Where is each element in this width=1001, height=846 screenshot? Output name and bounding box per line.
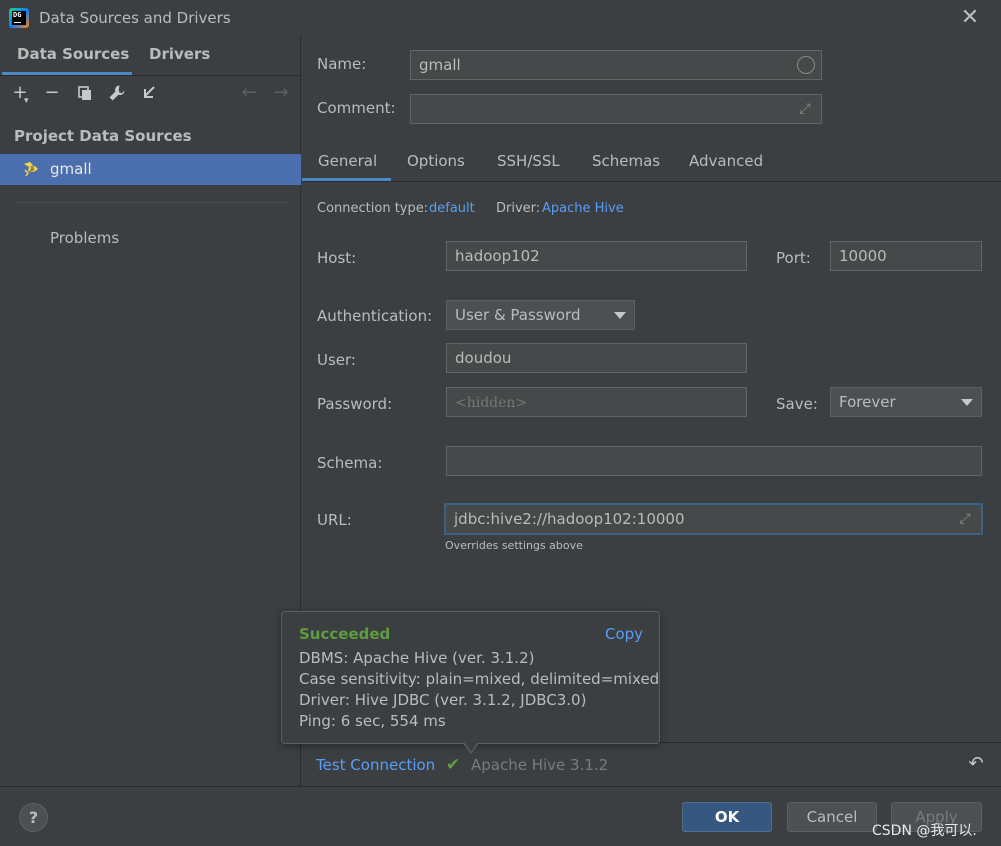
chevron-down-icon: [961, 399, 973, 406]
popup-line-ping: Ping: 6 sec, 554 ms: [299, 712, 446, 730]
tab-data-sources[interactable]: Data Sources: [17, 45, 129, 63]
authentication-label: Authentication:: [317, 307, 433, 325]
arrow-right-icon[interactable]: →: [271, 82, 291, 104]
datagrip-logo-icon: DG: [9, 8, 29, 28]
dialog-footer: ? OK Cancel Apply CSDN @我可以.: [0, 786, 1001, 846]
revert-icon[interactable]: ↶: [966, 754, 986, 774]
add-icon[interactable]: + ▾: [10, 82, 30, 106]
connection-type-label: Connection type:: [317, 201, 429, 216]
tab-advanced[interactable]: Advanced: [689, 152, 763, 170]
password-field[interactable]: <hidden>: [446, 387, 747, 417]
port-label: Port:: [776, 249, 811, 267]
schema-field[interactable]: [446, 446, 982, 476]
left-divider: [14, 202, 287, 203]
user-label: User:: [317, 351, 356, 369]
port-field[interactable]: 10000: [830, 241, 982, 271]
authentication-value: User & Password: [455, 306, 581, 324]
host-field[interactable]: hadoop102: [446, 241, 747, 271]
duplicate-icon[interactable]: [75, 82, 95, 104]
url-hint: Overrides settings above: [445, 539, 583, 552]
driver-label: Driver:: [496, 201, 541, 216]
popup-pointer: [463, 742, 479, 754]
problems-item[interactable]: Problems: [50, 229, 119, 247]
save-value: Forever: [839, 393, 896, 411]
url-field[interactable]: jdbc:hive2://hadoop102:10000 ⤢: [444, 503, 983, 535]
connection-type-link[interactable]: default: [429, 201, 475, 216]
arrow-left-icon[interactable]: ←: [239, 82, 259, 104]
color-circle-icon[interactable]: [797, 56, 815, 74]
tree-item-label: gmall: [50, 160, 92, 178]
save-select[interactable]: Forever: [830, 387, 982, 417]
host-value: hadoop102: [455, 247, 540, 265]
tab-schemas[interactable]: Schemas: [592, 152, 660, 170]
popup-line-case: Case sensitivity: plain=mixed, delimited…: [299, 670, 660, 688]
name-field[interactable]: gmall: [410, 50, 822, 80]
tab-options[interactable]: Options: [407, 152, 465, 170]
user-value: doudou: [455, 349, 512, 367]
cancel-button[interactable]: Cancel: [787, 802, 877, 832]
save-label: Save:: [776, 395, 818, 413]
name-label: Name:: [317, 55, 367, 73]
project-data-sources-header: Project Data Sources: [14, 127, 192, 145]
driver-version-text: Apache Hive 3.1.2: [471, 756, 609, 774]
title-bar: DG Data Sources and Drivers ✕: [0, 0, 1001, 36]
host-label: Host:: [317, 249, 357, 267]
tab-ssh-ssl[interactable]: SSH/SSL: [497, 152, 560, 170]
expand-icon[interactable]: ⤢: [957, 511, 973, 527]
popup-line-driver: Driver: Hive JDBC (ver. 3.1.2, JDBC3.0): [299, 691, 587, 709]
driver-link[interactable]: Apache Hive: [542, 201, 624, 216]
password-placeholder: <hidden>: [455, 395, 528, 411]
port-value: 10000: [839, 247, 887, 265]
watermark: CSDN @我可以.: [872, 823, 977, 839]
comment-field[interactable]: ⤢: [410, 94, 822, 124]
close-icon[interactable]: ✕: [958, 6, 982, 30]
help-button[interactable]: ?: [19, 803, 48, 832]
window-title: Data Sources and Drivers: [39, 9, 231, 27]
copy-link[interactable]: Copy: [605, 625, 643, 643]
name-value: gmall: [419, 56, 461, 74]
tab-drivers[interactable]: Drivers: [149, 45, 210, 63]
password-label: Password:: [317, 395, 393, 413]
popup-line-dbms: DBMS: Apache Hive (ver. 3.1.2): [299, 649, 535, 667]
hive-bee-icon: [24, 162, 38, 177]
chevron-down-icon: [614, 312, 626, 319]
expand-icon[interactable]: ⤢: [797, 101, 813, 117]
url-value: jdbc:hive2://hadoop102:10000: [454, 510, 685, 528]
tree-item-gmall[interactable]: gmall: [0, 154, 301, 185]
tabs-divider: [302, 181, 1001, 182]
connection-result-popup: Succeeded Copy DBMS: Apache Hive (ver. 3…: [281, 611, 660, 744]
left-pane: Data Sources Drivers + ▾ − ← → Project Da…: [0, 36, 301, 786]
schema-label: Schema:: [317, 454, 383, 472]
test-connection-link[interactable]: Test Connection: [316, 756, 435, 774]
ok-button[interactable]: OK: [682, 802, 772, 832]
import-arrow-icon[interactable]: [139, 82, 159, 104]
comment-label: Comment:: [317, 99, 396, 117]
check-icon: ✔: [446, 755, 461, 775]
remove-icon[interactable]: −: [42, 82, 62, 104]
status-succeeded: Succeeded: [299, 625, 391, 643]
tab-general[interactable]: General: [318, 152, 377, 170]
user-field[interactable]: doudou: [446, 343, 747, 373]
authentication-select[interactable]: User & Password: [446, 300, 635, 330]
tabs-divider: [0, 75, 301, 76]
wrench-icon[interactable]: [107, 82, 127, 104]
url-label: URL:: [317, 511, 352, 529]
